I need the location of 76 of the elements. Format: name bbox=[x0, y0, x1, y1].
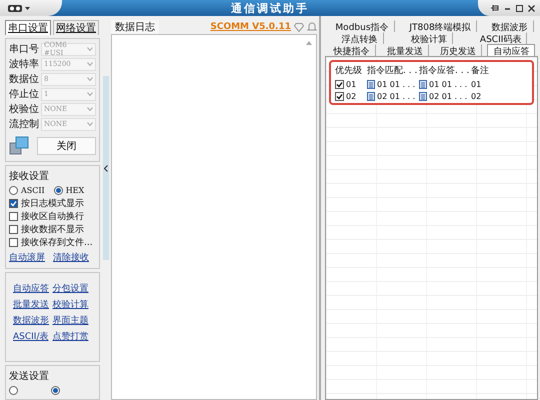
radio-button[interactable] bbox=[9, 186, 18, 194]
field-label: 串口号 bbox=[9, 42, 39, 56]
collapse-handle[interactable] bbox=[103, 76, 109, 260]
table-cell: 02 01 . . . bbox=[429, 92, 468, 101]
group-title: 接收设置 bbox=[9, 170, 50, 183]
close-port-button[interactable]: 关闭 bbox=[37, 137, 96, 155]
table-cell: 02 01 . . . bbox=[377, 92, 416, 101]
feature-tab[interactable]: 浮点转换 bbox=[336, 32, 384, 44]
tool-link[interactable]: 批量发送 bbox=[13, 298, 52, 311]
feature-tab[interactable]: JT808终端模拟 bbox=[403, 20, 477, 32]
table-cell: 01 01 . . . bbox=[429, 80, 468, 89]
maximize-icon[interactable] bbox=[516, 4, 523, 12]
checkbox[interactable] bbox=[9, 198, 18, 208]
close-icon[interactable] bbox=[528, 4, 535, 12]
tool-link[interactable]: 点赞打赏 bbox=[52, 330, 92, 343]
caret-icon bbox=[87, 77, 93, 81]
feature-tab[interactable]: 校验计算 bbox=[404, 32, 453, 44]
caret-icon bbox=[87, 92, 93, 96]
checkbox-label: 接收区自动换行 bbox=[21, 210, 84, 222]
field-label: 校验位 bbox=[9, 102, 39, 116]
tool-link[interactable]: 数据波形 bbox=[13, 314, 52, 327]
menu-tab[interactable] bbox=[0, 0, 62, 16]
field-label: 数据位 bbox=[9, 73, 39, 86]
window-title: 通信调试助手 bbox=[230, 0, 310, 16]
windows-icon bbox=[9, 136, 29, 156]
caret-icon bbox=[25, 6, 30, 10]
radio-label: ASCII bbox=[21, 186, 45, 194]
tool-link[interactable]: 分包设置 bbox=[52, 282, 92, 295]
caret-icon bbox=[87, 62, 93, 66]
chevron-left-icon bbox=[104, 164, 108, 172]
table-cell: 01 bbox=[346, 80, 356, 89]
feature-tab[interactable]: Modbus指令 bbox=[329, 20, 395, 32]
field-label: 波特率 bbox=[9, 58, 39, 71]
document-icon bbox=[367, 92, 375, 101]
table-cell: 01 bbox=[471, 80, 482, 89]
column-header: 备注 bbox=[471, 64, 490, 77]
table-cell: 02 bbox=[346, 92, 356, 101]
radio-label: HEX bbox=[66, 186, 84, 194]
checkbox[interactable] bbox=[335, 80, 344, 89]
settings-tab[interactable]: 串口设置 bbox=[5, 20, 51, 35]
action-link[interactable]: 清除接收 bbox=[53, 250, 89, 264]
table-cell: 02 bbox=[471, 92, 482, 101]
checkbox-label: 接收数据不显示 bbox=[21, 224, 84, 236]
document-icon bbox=[419, 92, 427, 101]
document-icon bbox=[419, 80, 427, 89]
table-cell: 01 01 . . . bbox=[377, 80, 416, 89]
feature-tab[interactable]: 数据波形 bbox=[486, 20, 534, 32]
checkbox-label: 按日志模式显示 bbox=[21, 198, 84, 210]
caret-icon bbox=[87, 107, 93, 111]
caret-icon bbox=[87, 47, 93, 51]
tool-link[interactable]: 自动应答 bbox=[13, 282, 52, 295]
group-title: 发送设置 bbox=[9, 370, 50, 383]
tool-link[interactable]: 界面主题 bbox=[52, 314, 92, 327]
document-icon bbox=[367, 80, 375, 89]
panel-title: 数据日志 bbox=[111, 20, 159, 34]
checkbox[interactable] bbox=[9, 212, 18, 220]
checkbox[interactable] bbox=[9, 238, 18, 246]
radio-button[interactable] bbox=[54, 186, 63, 194]
checkbox[interactable] bbox=[9, 224, 18, 234]
field-label: 停止位 bbox=[9, 88, 39, 101]
radio-button[interactable] bbox=[9, 386, 18, 394]
tool-link[interactable]: 校验计算 bbox=[52, 298, 92, 311]
feature-tab[interactable]: 自动应答 bbox=[487, 44, 536, 56]
pin-icon[interactable] bbox=[490, 4, 499, 12]
checkbox-label: 接收保存到文件... bbox=[21, 236, 93, 248]
caret-icon bbox=[87, 122, 93, 126]
radio-button[interactable] bbox=[51, 386, 60, 394]
column-header: 优先级 bbox=[335, 64, 363, 77]
tool-link[interactable]: ASCII/表 bbox=[13, 330, 52, 343]
action-link[interactable]: 自动滚屏 bbox=[9, 250, 45, 264]
column-header: 指令匹配. . . bbox=[367, 64, 418, 77]
logo-icon bbox=[8, 4, 22, 12]
checkbox[interactable] bbox=[335, 92, 344, 101]
field-label: 流控制 bbox=[9, 118, 39, 131]
column-header: 指令应答. . . bbox=[419, 64, 470, 77]
settings-tab[interactable]: 网络设置 bbox=[53, 20, 99, 35]
